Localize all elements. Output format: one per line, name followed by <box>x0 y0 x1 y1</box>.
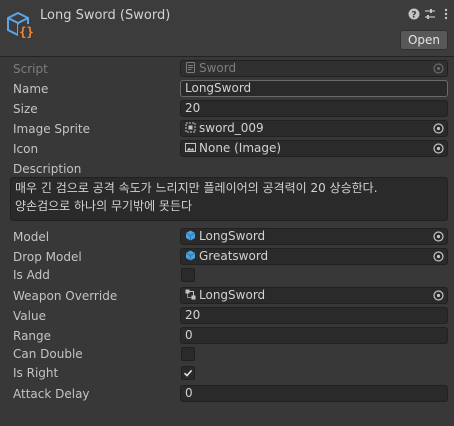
is-add-row: Is Add <box>0 266 454 284</box>
value-row: Value 20 <box>0 307 454 325</box>
svg-text:{}: {} <box>19 25 33 39</box>
object-picker-icon[interactable] <box>433 231 444 242</box>
is-right-row: Is Right <box>0 364 454 382</box>
can-double-label: Can Double <box>13 347 83 361</box>
kebab-menu-icon[interactable] <box>440 8 452 20</box>
prefab-icon <box>185 230 196 241</box>
weapon-override-label: Weapon Override <box>13 289 118 303</box>
checkmark-icon <box>183 369 193 377</box>
weapon-override-row: Weapon Override LongSword <box>0 287 454 305</box>
icon-field[interactable]: None (Image) <box>180 140 448 157</box>
icon-label: Icon <box>13 142 39 156</box>
object-picker-icon[interactable] <box>433 290 444 301</box>
attack-delay-label: Attack Delay <box>13 387 90 401</box>
script-value: Sword <box>199 61 237 75</box>
description-line: 매우 긴 검으로 공격 속도가 느리지만 플레이어의 공격력이 20 상승한다. <box>15 181 378 195</box>
range-label: Range <box>13 329 52 343</box>
script-file-icon <box>186 62 195 73</box>
drop-model-value: Greatsword <box>199 249 269 263</box>
value-label: Value <box>13 309 46 323</box>
drop-model-row: Drop Model Greatsword <box>0 248 454 266</box>
can-double-checkbox[interactable] <box>181 347 195 361</box>
sprite-icon <box>185 122 196 133</box>
model-row: Model LongSword <box>0 228 454 246</box>
size-label: Size <box>13 102 38 116</box>
size-row: Size 20 <box>0 100 454 118</box>
object-picker-icon <box>433 63 444 74</box>
settings-sliders-icon[interactable] <box>424 8 436 20</box>
asset-title: Long Sword (Sword) <box>40 8 171 23</box>
description-textarea[interactable]: 매우 긴 검으로 공격 속도가 느리지만 플레이어의 공격력이 20 상승한다.… <box>10 177 448 221</box>
size-input[interactable]: 20 <box>180 100 448 117</box>
is-add-checkbox[interactable] <box>181 268 195 282</box>
image-sprite-row: Image Sprite sword_009 <box>0 120 454 138</box>
attack-delay-input[interactable]: 0 <box>180 385 448 402</box>
name-input[interactable]: LongSword <box>180 80 448 97</box>
name-row: Name LongSword <box>0 80 454 98</box>
description-row: Description <box>0 160 454 178</box>
weapon-override-field[interactable]: LongSword <box>180 287 448 304</box>
animator-override-icon <box>185 289 196 300</box>
script-row: Script Sword <box>0 60 454 78</box>
icon-row: Icon None (Image) <box>0 140 454 158</box>
is-right-label: Is Right <box>13 366 59 380</box>
name-label: Name <box>13 82 49 96</box>
svg-text:?: ? <box>411 11 416 21</box>
is-right-checkbox[interactable] <box>181 366 195 380</box>
is-add-label: Is Add <box>13 268 50 282</box>
image-sprite-label: Image Sprite <box>13 122 90 136</box>
script-field: Sword <box>180 60 448 77</box>
scriptable-object-icon: {} <box>7 11 35 39</box>
inspector-header: {} Long Sword (Sword) ? Open <box>0 0 454 57</box>
image-sprite-value: sword_009 <box>199 121 264 135</box>
inspector-window: {} Long Sword (Sword) ? Open Script Swor… <box>0 0 454 426</box>
weapon-override-value: LongSword <box>199 288 266 302</box>
open-button[interactable]: Open <box>399 30 448 50</box>
script-label: Script <box>13 62 48 76</box>
value-input[interactable]: 20 <box>180 307 448 324</box>
icon-value: None (Image) <box>199 141 282 155</box>
description-label: Description <box>13 162 82 176</box>
object-picker-icon[interactable] <box>433 143 444 154</box>
image-sprite-field[interactable]: sword_009 <box>180 120 448 137</box>
image-icon <box>185 143 196 152</box>
description-line: 양손검으로 하나의 무기밖에 못든다 <box>15 199 193 213</box>
attack-delay-row: Attack Delay 0 <box>0 385 454 403</box>
model-field[interactable]: LongSword <box>180 228 448 245</box>
range-row: Range 0 <box>0 327 454 345</box>
range-input[interactable]: 0 <box>180 327 448 344</box>
model-value: LongSword <box>199 229 266 243</box>
model-label: Model <box>13 230 50 244</box>
object-picker-icon[interactable] <box>433 123 444 134</box>
object-picker-icon[interactable] <box>433 251 444 262</box>
drop-model-label: Drop Model <box>13 250 82 264</box>
drop-model-field[interactable]: Greatsword <box>180 248 448 265</box>
prefab-icon <box>185 250 196 261</box>
can-double-row: Can Double <box>0 345 454 363</box>
help-icon[interactable]: ? <box>408 8 420 20</box>
